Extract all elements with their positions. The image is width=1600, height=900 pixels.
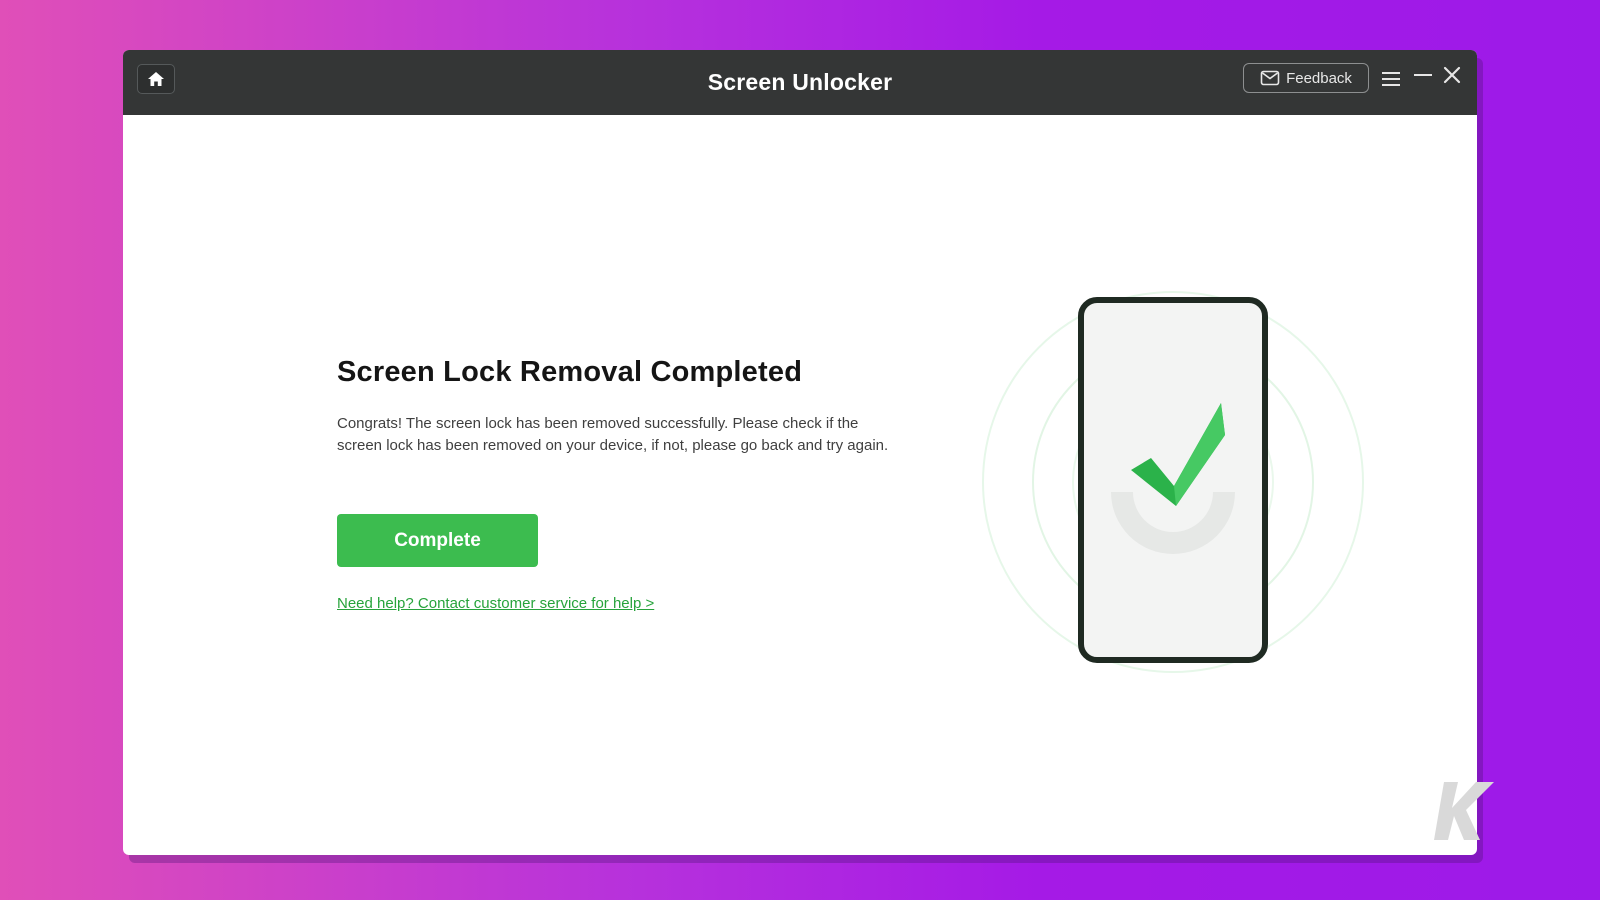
help-link[interactable]: Need help? Contact customer service for … [337,595,654,612]
knowtechie-logo [1420,762,1494,840]
feedback-button[interactable]: Feedback [1243,63,1369,93]
minimize-icon[interactable] [1412,64,1434,86]
title-bar: Screen Unlocker Feedback [123,50,1477,115]
hamburger-menu-icon[interactable] [1380,68,1402,90]
page-title: Screen Lock Removal Completed [337,356,803,388]
mail-icon [1260,70,1280,86]
success-message: Congrats! The screen lock has been remov… [337,415,889,454]
complete-button[interactable]: Complete [337,514,538,567]
close-icon[interactable] [1441,64,1463,86]
app-window: Screen Unlocker Feedback Screen Lock Rem… [123,50,1477,855]
phone-check-icon [982,291,1364,673]
feedback-label: Feedback [1286,69,1352,87]
